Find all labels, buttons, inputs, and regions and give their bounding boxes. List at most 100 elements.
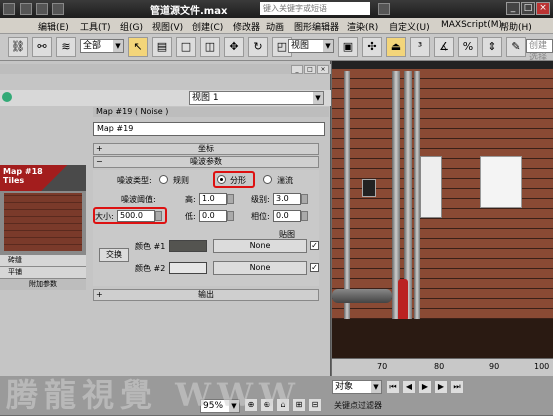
select-manipulate-icon[interactable]: ✣: [362, 37, 382, 57]
timeline-tick: 80: [434, 362, 445, 371]
goto-start-icon[interactable]: ⏮: [386, 380, 400, 394]
snap-3d-icon[interactable]: ³: [410, 37, 430, 57]
select-by-name-icon[interactable]: ▤: [152, 37, 172, 57]
editor-minimize-button[interactable]: _: [291, 65, 303, 74]
spinner-arrows-icon[interactable]: [301, 194, 308, 204]
levels-value: 3.0: [276, 194, 289, 203]
menu-group[interactable]: 组(G): [120, 20, 143, 33]
menu-create[interactable]: 创建(C): [192, 20, 223, 33]
color1-swatch[interactable]: [169, 240, 207, 252]
pivot-icon[interactable]: ▣: [338, 37, 358, 57]
low-spinner[interactable]: 0.0: [199, 210, 234, 222]
keyboard-shortcut-icon[interactable]: ⏏: [386, 37, 406, 57]
search-input[interactable]: 键入关键字或短语: [260, 2, 370, 15]
low-label: 低:: [185, 212, 196, 221]
high-spinner[interactable]: 1.0: [199, 193, 234, 205]
bind-spacewarp-icon[interactable]: ≋: [56, 37, 76, 57]
spinner-arrows-icon[interactable]: [227, 194, 234, 204]
maximize-button[interactable]: □: [521, 2, 535, 15]
new-file-icon[interactable]: [20, 3, 32, 15]
editor-close-button[interactable]: ×: [317, 65, 329, 74]
map-name-field[interactable]: Map #19: [93, 122, 325, 136]
open-file-icon[interactable]: [36, 3, 48, 15]
minimize-button[interactable]: _: [506, 2, 520, 15]
brick-texture-thumbnail[interactable]: [4, 193, 82, 251]
search-icon[interactable]: [378, 3, 390, 15]
ref-coord-value: 视图: [291, 41, 310, 51]
material-sphere-icon[interactable]: [2, 92, 12, 102]
menu-modifiers[interactable]: 修改器: [233, 20, 260, 33]
menu-animation[interactable]: 动画: [266, 20, 284, 33]
levels-label: 级别:: [251, 195, 270, 204]
goto-end-icon[interactable]: ⏭: [450, 380, 464, 394]
map-slot-row[interactable]: 附加参数: [0, 279, 86, 290]
menu-graph-editors[interactable]: 图形编辑器: [294, 20, 339, 33]
key-filter-label[interactable]: 关键点过滤器: [334, 400, 382, 411]
menu-rendering[interactable]: 渲染(R): [347, 20, 378, 33]
menu-edit[interactable]: 编辑(E): [38, 20, 69, 33]
collapse-icon: −: [96, 157, 103, 166]
prev-frame-icon[interactable]: ◀: [402, 380, 416, 394]
noise-type-label: 噪波类型:: [117, 176, 152, 185]
levels-spinner[interactable]: 3.0: [273, 193, 308, 205]
spinner-arrows-icon[interactable]: [301, 211, 308, 221]
color1-map-checkbox[interactable]: ✓: [310, 241, 319, 250]
create-selection-set[interactable]: 创建选择: [526, 39, 553, 63]
app-logo-icon[interactable]: [3, 3, 15, 15]
spinner-snap-icon[interactable]: ⇕: [482, 37, 502, 57]
highlight-box-fractal: [213, 171, 255, 188]
wall-notice-panel: [420, 156, 442, 218]
rollout-coordinates[interactable]: + 坐标: [93, 143, 319, 155]
rollout-noise-label: 噪波参数: [190, 157, 222, 166]
fire-extinguisher: [398, 279, 408, 321]
view-dropdown[interactable]: 视图 1 ▼: [189, 91, 324, 105]
select-object-icon[interactable]: ↖: [128, 37, 148, 57]
save-file-icon[interactable]: [52, 3, 64, 15]
edit-named-sel-icon[interactable]: ✎: [506, 37, 526, 57]
menu-maxscript[interactable]: MAXScript(M): [441, 20, 502, 30]
color1-label: 颜色 #1: [135, 242, 166, 251]
menu-customize[interactable]: 自定义(U): [389, 20, 430, 33]
map-slot-row[interactable]: 平铺: [0, 267, 86, 278]
map-slot-row[interactable]: 砖缝: [0, 255, 86, 266]
phase-label: 相位:: [251, 212, 270, 221]
link-icon[interactable]: ⛓: [8, 37, 28, 57]
menu-views[interactable]: 视图(V): [152, 20, 183, 33]
chevron-down-icon: ▼: [371, 381, 381, 393]
rotate-icon[interactable]: ↻: [248, 37, 268, 57]
rollout-noise-params[interactable]: − 噪波参数: [93, 156, 319, 168]
editor-maximize-button[interactable]: □: [304, 65, 316, 74]
phase-spinner[interactable]: 0.0: [273, 210, 308, 222]
phase-value: 0.0: [276, 211, 289, 220]
window-crossing-icon[interactable]: ◫: [200, 37, 220, 57]
radio-turbulence[interactable]: [263, 175, 272, 184]
swap-button[interactable]: 交换: [99, 248, 129, 262]
color2-map-button[interactable]: None: [213, 261, 307, 275]
noise-params-body: 噪波类型: 规则 分形 湍流 噪波阈值: 高: 1.0 级别: 3.0 大小: …: [93, 170, 319, 286]
3d-viewport[interactable]: [332, 61, 553, 358]
unlink-icon[interactable]: ⚯: [32, 37, 52, 57]
rollout-output[interactable]: + 输出: [93, 289, 319, 301]
color2-swatch[interactable]: [169, 262, 207, 274]
nav-icon[interactable]: ⊟: [308, 398, 322, 412]
selection-filter-dropdown[interactable]: 全部 ▼: [80, 39, 124, 53]
next-frame-icon[interactable]: ▶: [434, 380, 448, 394]
rect-selection-icon[interactable]: □: [176, 37, 196, 57]
menu-bar: 编辑(E) 工具(T) 组(G) 视图(V) 创建(C) 修改器 动画 图形编辑…: [0, 18, 553, 34]
move-icon[interactable]: ✥: [224, 37, 244, 57]
object-dropdown[interactable]: 对象 ▼: [332, 380, 382, 394]
watermark-text: 腾龍視覺 WWW: [6, 376, 301, 414]
color2-map-checkbox[interactable]: ✓: [310, 263, 319, 272]
menu-tools[interactable]: 工具(T): [80, 20, 111, 33]
close-button[interactable]: ×: [536, 2, 550, 15]
rollout-coordinates-label: 坐标: [198, 144, 214, 153]
timeline-ruler[interactable]: 70 80 90 100: [332, 358, 553, 376]
spinner-arrows-icon[interactable]: [227, 211, 234, 221]
angle-snap-icon[interactable]: ∡: [434, 37, 454, 57]
menu-help[interactable]: 帮助(H): [500, 20, 532, 33]
color1-map-button[interactable]: None: [213, 239, 307, 253]
play-icon[interactable]: ▶: [418, 380, 432, 394]
percent-snap-icon[interactable]: %: [458, 37, 478, 57]
ref-coord-dropdown[interactable]: 视图 ▼: [288, 39, 334, 53]
radio-regular[interactable]: [159, 175, 168, 184]
